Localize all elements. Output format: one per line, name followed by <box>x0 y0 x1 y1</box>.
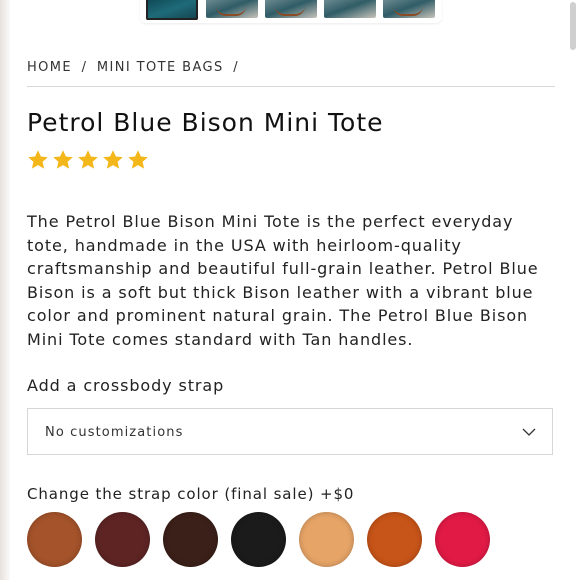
star-icon <box>78 150 98 169</box>
swatch-dark-brown[interactable] <box>163 512 218 567</box>
breadcrumb-separator: / <box>233 60 239 75</box>
thumbnail-1[interactable] <box>146 0 198 20</box>
star-rating[interactable] <box>26 148 150 172</box>
star-icon <box>53 150 73 169</box>
swatch-red[interactable] <box>435 512 490 567</box>
breadcrumb-separator: / <box>81 60 88 75</box>
star-icon <box>28 150 48 169</box>
breadcrumb-category-link[interactable]: MINI TOTE BAGS <box>97 60 224 75</box>
thumbnail-strip <box>140 0 442 23</box>
crossbody-strap-label: Add a crossbody strap <box>27 376 225 395</box>
crossbody-strap-select[interactable]: No customizations <box>27 408 553 455</box>
star-icon <box>103 150 123 169</box>
swatch-tan[interactable] <box>299 512 354 567</box>
breadcrumb-home-link[interactable]: HOME <box>27 60 72 75</box>
swatch-oxblood[interactable] <box>95 512 150 567</box>
thumbnail-2[interactable] <box>206 0 258 18</box>
product-description: The Petrol Blue Bison Mini Tote is the p… <box>27 212 539 349</box>
thumbnail-4[interactable] <box>324 0 376 18</box>
swatch-orange[interactable] <box>367 512 422 567</box>
page-edge-shade <box>0 0 10 580</box>
swatch-brown[interactable] <box>27 512 82 567</box>
thumbnail-5[interactable] <box>383 0 435 18</box>
scrollbar[interactable] <box>570 2 576 50</box>
chevron-down-icon <box>522 428 536 436</box>
strap-color-label: Change the strap color (final sale) +$0 <box>27 485 355 503</box>
breadcrumb: HOME / MINI TOTE BAGS / <box>27 60 555 87</box>
star-icon <box>128 150 148 169</box>
crossbody-strap-selected-value: No customizations <box>45 425 184 440</box>
swatch-black[interactable] <box>231 512 286 567</box>
product-title: Petrol Blue Bison Mini Tote <box>27 108 384 137</box>
thumbnail-3[interactable] <box>265 0 317 18</box>
